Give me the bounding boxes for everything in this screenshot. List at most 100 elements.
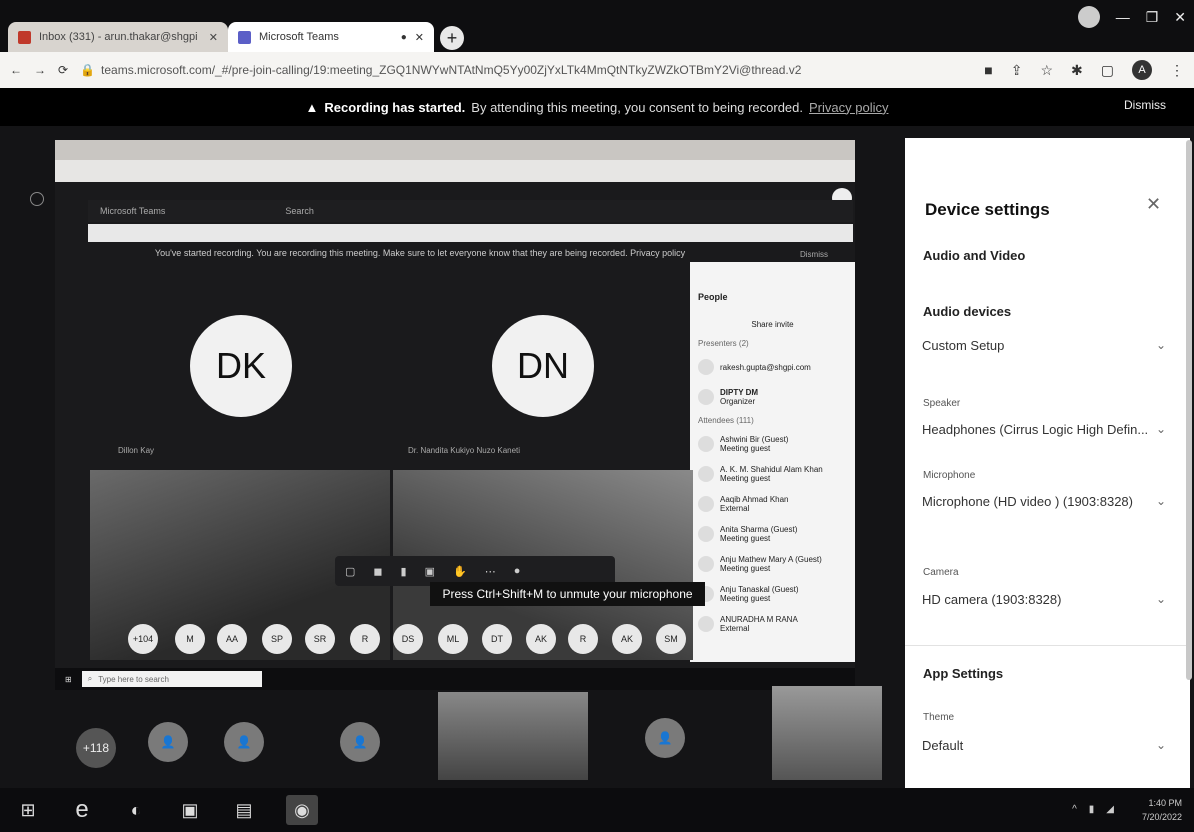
people-name: DIPTY DM xyxy=(720,388,759,397)
participant-avatar[interactable]: 👤 xyxy=(340,722,380,762)
attendees-header: Attendees (111) xyxy=(698,416,754,425)
participant-avatar[interactable]: 👤 xyxy=(148,722,188,762)
hand-icon: ✋ xyxy=(453,565,467,578)
clock-date: 7/20/2022 xyxy=(1141,812,1182,822)
people-name: rakesh.gupta@shgpi.com xyxy=(720,362,811,372)
participant-avatar[interactable]: 👤 xyxy=(645,718,685,758)
camera-dropdown[interactable]: HD camera (1903:8328) ⌄ xyxy=(922,582,1172,616)
people-row: Anju Mathew Mary A (Guest) Meeting guest xyxy=(698,549,847,579)
microphone-label: Microphone xyxy=(923,470,976,481)
tab-gmail[interactable]: Inbox (331) - arun.thakar@shgpi ✕ xyxy=(8,22,228,52)
people-row: DIPTY DM Organizer xyxy=(698,382,847,412)
privacy-policy-link[interactable]: Privacy policy xyxy=(809,100,888,115)
avatar xyxy=(698,556,714,572)
shared-taskbar: ⊞ ⌕ Type here to search xyxy=(55,668,855,690)
theme-dropdown[interactable]: Default ⌄ xyxy=(922,728,1172,762)
maximize-icon[interactable]: ❐ xyxy=(1146,9,1159,26)
audio-video-heading: Audio and Video xyxy=(923,248,1026,263)
windows-taskbar: ⊞ e ◐ ▣ ▤ ◉ xyxy=(0,788,1194,832)
extensions-icon[interactable]: ✱ xyxy=(1071,62,1083,79)
edge-icon[interactable]: ◐ xyxy=(124,798,148,822)
profile-avatar[interactable]: A xyxy=(1132,60,1152,80)
forward-icon[interactable]: → xyxy=(34,63,46,77)
new-tab-button[interactable]: + xyxy=(440,26,464,50)
media-player-icon[interactable]: ▣ xyxy=(178,798,202,822)
file-explorer-icon[interactable]: ▤ xyxy=(232,798,256,822)
participant-avatar[interactable]: 👤 xyxy=(224,722,264,762)
chevron-down-icon: ⌄ xyxy=(1155,592,1166,606)
more-menu-icon[interactable]: ⋮ xyxy=(1170,62,1184,79)
dismiss-button[interactable]: Dismiss xyxy=(1124,98,1166,112)
tab-label: Microsoft Teams xyxy=(259,31,339,43)
windows-start-icon[interactable]: ⊞ xyxy=(16,798,40,822)
teams-icon xyxy=(238,30,251,44)
recording-dot-icon: ● xyxy=(400,31,407,43)
chrome-icon[interactable]: ◉ xyxy=(286,795,318,825)
scrollbar[interactable] xyxy=(1186,140,1192,680)
people-row: Ashwini Bir (Guest) Meeting guest xyxy=(698,429,847,459)
leave-icon: ● xyxy=(513,565,521,577)
network-icon[interactable]: ▮ xyxy=(1089,804,1095,815)
overflow-count-bubble[interactable]: +118 xyxy=(76,728,116,768)
tab-label: Inbox (331) - arun.thakar@shgpi xyxy=(39,31,198,43)
window-controls: — ❐ ✕ xyxy=(1077,6,1186,28)
shared-browser-tabs xyxy=(55,140,855,160)
profile-menu-icon[interactable] xyxy=(1077,6,1100,28)
microphone-dropdown[interactable]: Microphone (HD video ) (1903:8328) ⌄ xyxy=(922,484,1172,518)
people-role: External xyxy=(720,504,750,513)
share-icon[interactable]: ⇪ xyxy=(1011,62,1023,79)
theme-value: Default xyxy=(922,737,964,753)
people-row: Aaqib Ahmad Khan External xyxy=(698,489,847,519)
people-row: Anju Tanaskal (Guest) Meeting guest xyxy=(698,579,847,609)
chevron-up-icon[interactable]: ^ xyxy=(1072,804,1077,815)
speaker-dropdown[interactable]: Headphones (Cirrus Logic High Defin... ⌄ xyxy=(922,412,1172,446)
warning-icon: ▲ xyxy=(305,99,319,115)
reload-icon[interactable]: ⟳ xyxy=(58,63,68,77)
audio-devices-value: Custom Setup xyxy=(922,337,1005,353)
participant-avatar-dk: DK xyxy=(190,315,292,417)
address-bar: ← → ⟳ 🔒 teams.microsoft.com/_#/pre-join-… xyxy=(0,52,1194,88)
audio-devices-dropdown[interactable]: Custom Setup ⌄ xyxy=(922,328,1172,362)
shared-recording-text: You've started recording. You are record… xyxy=(154,248,686,258)
speaker-label: Speaker xyxy=(923,398,961,409)
people-name: ANURADHA M RANA xyxy=(720,615,798,624)
device-settings-panel xyxy=(905,138,1190,788)
tab-teams[interactable]: Microsoft Teams ● ✕ xyxy=(228,22,434,52)
presenters-header: Presenters (2) xyxy=(698,339,749,348)
edge-legacy-icon[interactable]: e xyxy=(70,796,94,823)
shared-sidebar-icon xyxy=(30,192,44,206)
close-tab-icon[interactable]: ✕ xyxy=(415,31,424,44)
tab-search-icon[interactable]: ▢ xyxy=(1101,62,1114,79)
clock-time: 1:40 PM xyxy=(1148,798,1182,808)
url-field[interactable]: 🔒 teams.microsoft.com/_#/pre-join-callin… xyxy=(80,57,972,83)
chevron-down-icon: ⌄ xyxy=(1155,338,1166,352)
share-icon: ▣ xyxy=(424,565,436,578)
bookmark-star-icon[interactable]: ☆ xyxy=(1040,62,1053,79)
shared-teams-header: Microsoft Teams Search xyxy=(88,200,853,222)
self-video-thumbnail[interactable] xyxy=(772,686,882,780)
shared-warning-bar xyxy=(88,224,853,242)
volume-icon[interactable]: ◢ xyxy=(1106,804,1114,815)
shared-search: Search xyxy=(285,206,314,216)
people-row: rakesh.gupta@shgpi.com xyxy=(698,352,847,382)
close-tab-icon[interactable]: ✕ xyxy=(209,31,218,44)
camera-value: HD camera (1903:8328) xyxy=(922,591,1062,607)
people-role: Meeting guest xyxy=(720,534,771,543)
video-thumbnail-room[interactable] xyxy=(438,692,588,780)
theme-label: Theme xyxy=(923,712,955,723)
avatar xyxy=(698,436,714,452)
close-icon[interactable]: ✕ xyxy=(1146,194,1161,215)
device-settings-title: Device settings xyxy=(925,200,1050,219)
people-name: Anju Tanaskal (Guest) xyxy=(720,585,799,594)
people-name: Ashwini Bir (Guest) xyxy=(720,435,789,444)
taskbar-clock[interactable]: 1:40 PM 7/20/2022 xyxy=(1142,796,1182,824)
close-window-icon[interactable]: ✕ xyxy=(1174,9,1186,26)
participant-bubble: SP xyxy=(262,624,292,654)
avatar xyxy=(698,389,714,405)
people-row: ANURADHA M RANA External xyxy=(698,609,847,639)
camera-in-use-icon[interactable]: ■ xyxy=(984,62,992,78)
minimize-icon[interactable]: — xyxy=(1116,9,1130,25)
address-bar-icons: ■ ⇪ ☆ ✱ ▢ A ⋮ xyxy=(984,60,1184,80)
back-icon[interactable]: ← xyxy=(10,63,22,77)
system-tray: ^ ▮ ◢ xyxy=(1072,804,1114,815)
